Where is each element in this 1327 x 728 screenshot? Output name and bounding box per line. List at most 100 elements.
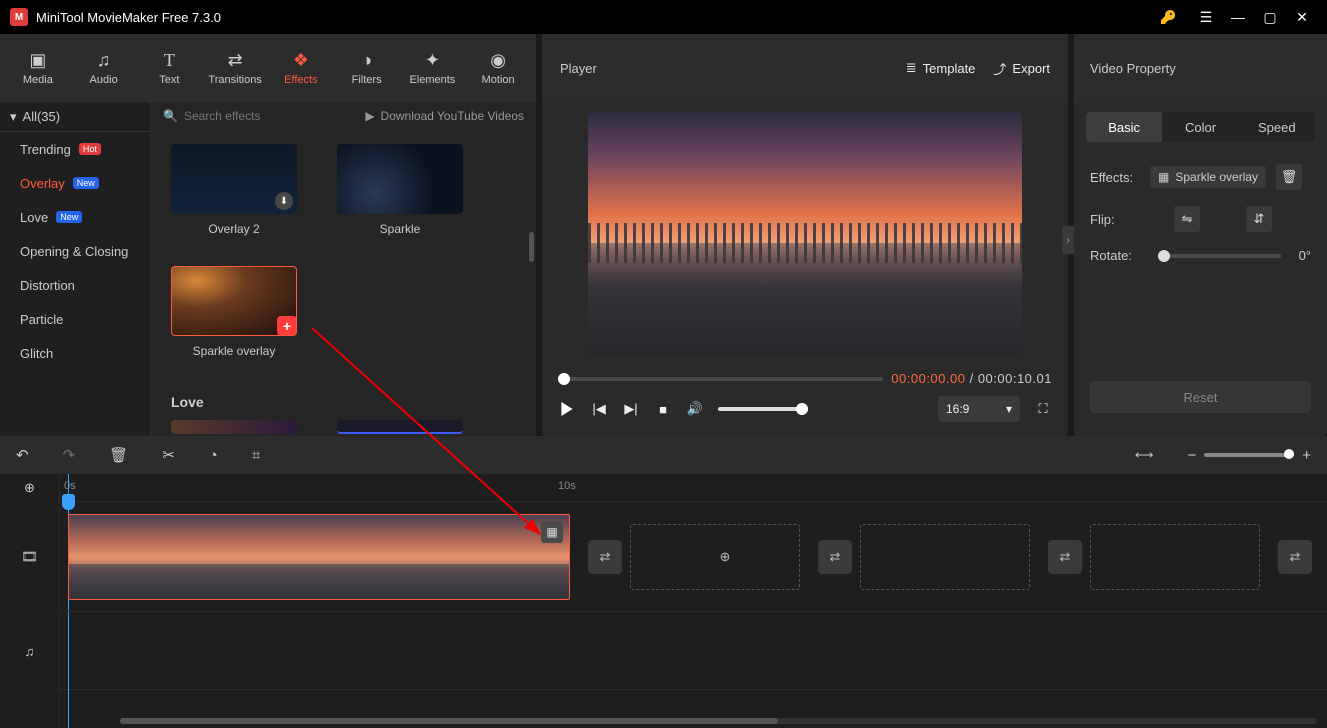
aspect-ratio-select[interactable]: 16:9▾ [938,396,1020,422]
timeline-panel: ↶ ↷ 🗑 ✂ ◔ ⌗ ⟷ − + ⊕ 🎞 ♫ 0s 10s [0,436,1327,728]
property-title: Video Property [1074,34,1327,102]
effects-content: 🔍Search effects ▶Download YouTube Videos… [151,102,536,436]
tool-text[interactable]: TText [138,38,202,98]
tab-speed[interactable]: Speed [1239,112,1315,142]
tool-motion[interactable]: ◉Motion [466,38,530,98]
tool-audio[interactable]: ♫Audio [72,38,136,98]
template-button[interactable]: ≣Template [906,60,976,76]
scrollbar[interactable] [529,232,534,262]
speed-button[interactable]: ◔ [209,447,218,464]
audio-track[interactable] [60,612,1327,690]
menu-icon[interactable]: ☰ [1191,2,1221,32]
download-icon[interactable]: ⬇ [275,192,293,210]
property-tabs: Basic Color Speed [1086,112,1315,142]
volume-icon[interactable]: 🔊 [686,400,704,418]
effect-card-sparkle-overlay[interactable]: + Sparkle overlay [171,266,297,358]
sidebar-item-trending[interactable]: TrendingHot [0,132,150,166]
add-effect-button[interactable]: + [277,316,297,336]
next-frame-button[interactable]: ▶| [622,400,640,418]
rotate-slider[interactable] [1158,254,1281,258]
applied-effect-chip[interactable]: ▦Sparkle overlay [1150,166,1266,188]
prev-frame-button[interactable]: |◀ [590,400,608,418]
tab-basic[interactable]: Basic [1086,112,1162,142]
video-track-icon: 🎞 [0,502,59,612]
sidebar-all[interactable]: ▾All(35) [0,102,150,132]
download-youtube-link[interactable]: ▶Download YouTube Videos [365,109,524,123]
maximize-button[interactable]: ▢ [1255,2,1285,32]
seek-slider[interactable] [558,377,883,381]
sidebar-item-distortion[interactable]: Distortion [0,268,150,302]
effect-card-overlay2[interactable]: ⬇ Overlay 2 [171,144,297,236]
effect-thumb: ⬇ [171,144,297,214]
app-title: MiniTool MovieMaker Free 7.3.0 [36,10,1153,25]
new-badge: New [73,177,99,189]
effects-label: Effects: [1090,170,1140,185]
sidebar-item-glitch[interactable]: Glitch [0,336,150,370]
expand-panel-button[interactable]: › [1062,226,1074,254]
video-track[interactable]: ▦ ⇄ ⊕ ⇄ ⇄ ⇄ [60,502,1327,612]
sidebar-item-opening-closing[interactable]: Opening & Closing [0,234,150,268]
split-button[interactable]: ✂ [162,446,175,464]
tab-color[interactable]: Color [1162,112,1238,142]
tool-transitions[interactable]: ⇄Transitions [203,38,267,98]
redo-button[interactable]: ↷ [63,446,76,464]
stop-button[interactable]: ■ [654,400,672,418]
elements-icon: ✦ [425,50,440,70]
transition-button[interactable]: ⇄ [818,540,852,574]
effect-card[interactable] [337,420,463,436]
zoom-slider[interactable] [1204,453,1294,457]
add-track-button[interactable]: ⊕ [0,474,59,502]
crop-button[interactable]: ⌗ [252,447,260,464]
horizontal-scrollbar[interactable] [120,718,1317,724]
video-clip[interactable]: ▦ [68,514,570,600]
add-media-button[interactable]: ⊕ [708,540,742,574]
transition-button[interactable]: ⇄ [588,540,622,574]
tool-elements[interactable]: ✦Elements [401,38,465,98]
tool-media[interactable]: ▣Media [6,38,70,98]
fullscreen-button[interactable]: ⛶ [1034,400,1052,418]
music-note-icon: ♫ [97,50,111,70]
flip-horizontal-button[interactable]: ⇋ [1174,206,1200,232]
volume-slider[interactable] [718,407,808,411]
delete-effect-button[interactable]: 🗑 [1276,164,1302,190]
drop-slot[interactable] [1090,524,1260,590]
transition-button[interactable]: ⇄ [1048,540,1082,574]
search-input[interactable]: 🔍Search effects [163,109,355,123]
fit-button[interactable]: ⟷ [1135,447,1154,463]
tool-filters[interactable]: ◑Filters [335,38,399,98]
main-toolbar: ▣Media ♫Audio TText ⇄Transitions ❖Effect… [0,34,536,102]
undo-button[interactable]: ↶ [16,446,29,464]
license-key-icon[interactable] [1153,2,1183,32]
property-panel: Video Property Basic Color Speed Effects… [1074,34,1327,436]
export-button[interactable]: ⤴Export [993,59,1050,78]
flip-vertical-button[interactable]: ⇵ [1246,206,1272,232]
sidebar-item-particle[interactable]: Particle [0,302,150,336]
sidebar-item-overlay[interactable]: OverlayNew [0,166,150,200]
effect-applied-icon: ▦ [541,521,563,543]
youtube-icon: ▶ [365,109,374,123]
chevron-down-icon: ▾ [10,109,17,125]
reset-button[interactable]: Reset [1090,381,1311,413]
minimize-button[interactable]: — [1223,2,1253,32]
rotate-label: Rotate: [1090,248,1140,263]
sidebar-item-love[interactable]: LoveNew [0,200,150,234]
delete-button[interactable]: 🗑 [109,446,128,464]
drop-slot[interactable] [860,524,1030,590]
time-ruler[interactable]: 0s 10s [60,474,1327,502]
play-button[interactable] [558,400,576,418]
titlebar: M MiniTool MovieMaker Free 7.3.0 ☰ — ▢ ✕ [0,0,1327,34]
transition-button[interactable]: ⇄ [1278,540,1312,574]
close-button[interactable]: ✕ [1287,2,1317,32]
effect-card[interactable] [171,420,297,436]
time-display: 00:00:00.00 / 00:00:10.01 [891,371,1052,386]
layers-icon: ▦ [1158,170,1169,184]
effect-card-sparkle[interactable]: Sparkle [337,144,463,236]
zoom-out-button[interactable]: − [1187,447,1196,464]
player-title: Player [560,61,597,76]
tool-effects[interactable]: ❖Effects [269,38,333,98]
template-icon: ≣ [906,60,917,76]
motion-icon: ◉ [490,50,506,70]
flip-label: Flip: [1090,212,1140,227]
zoom-in-button[interactable]: + [1302,447,1311,464]
video-preview[interactable] [588,112,1022,356]
